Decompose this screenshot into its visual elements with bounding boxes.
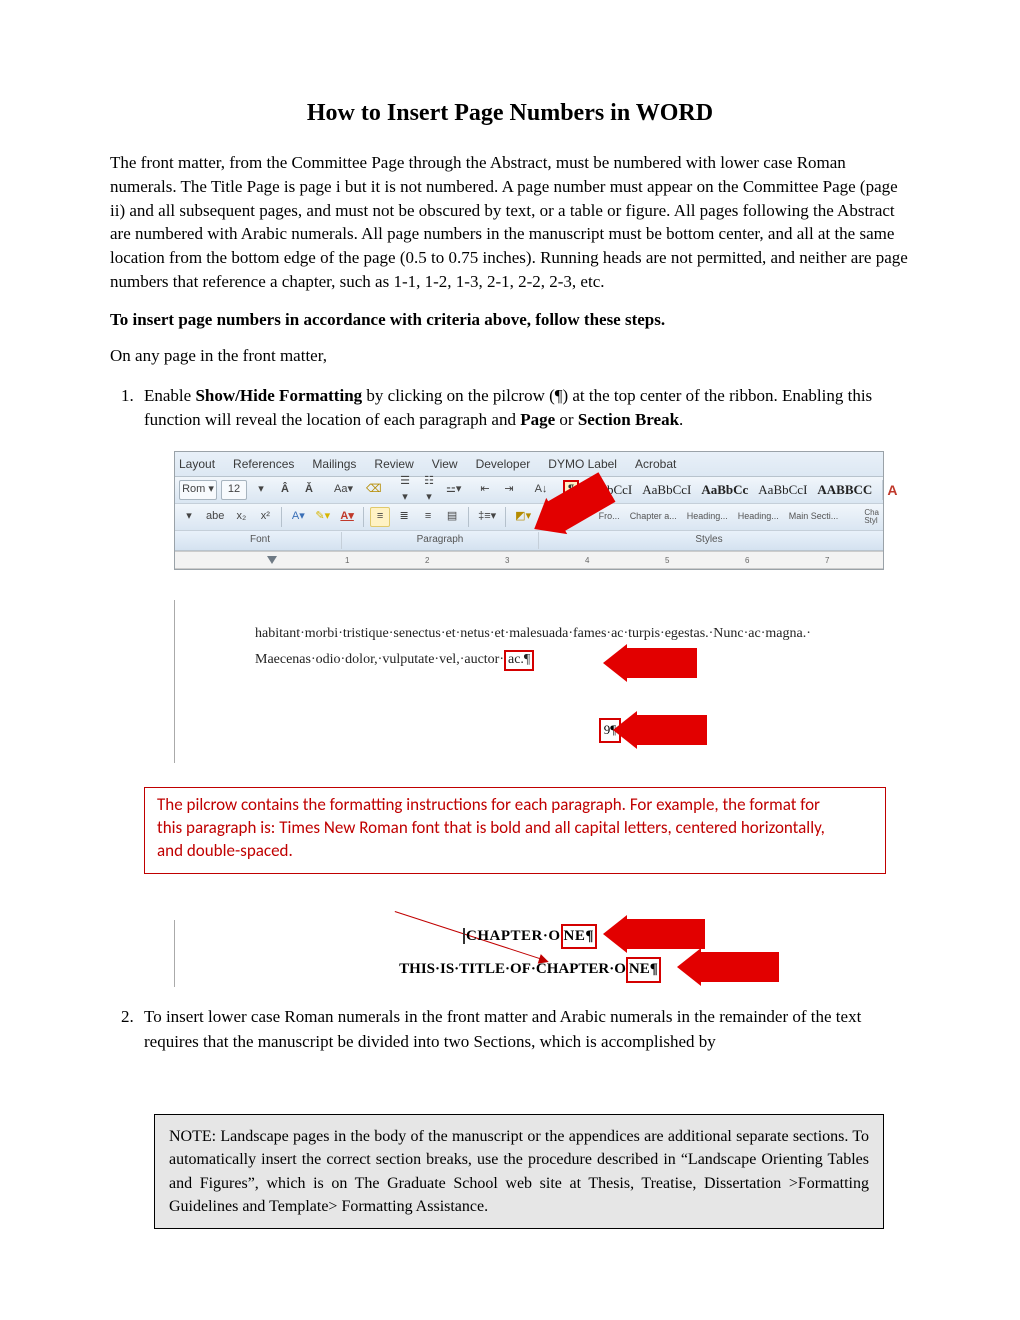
change-styles-label: Cha Styl — [864, 509, 879, 525]
callout-line-3: and double-spaced. — [157, 840, 873, 863]
front-matter-line: On any page in the front matter, — [110, 344, 910, 368]
pilcrow-callout: The pilcrow contains the formatting inst… — [144, 787, 886, 874]
sample-line-1: habitant·morbi·tristique·senectus·et·net… — [255, 624, 965, 644]
chapter-line-2: THIS·IS·TITLE·OF·CHAPTER·O — [399, 961, 626, 977]
superscript-icon[interactable]: x² — [255, 507, 275, 527]
tab-dymo[interactable]: DYMO Label — [548, 456, 617, 473]
indent-marker-icon[interactable] — [267, 556, 277, 564]
sample-line-2: Maecenas·odio·dolor,·vulputate·vel,·auct… — [255, 650, 504, 670]
align-center-icon[interactable]: ≣ — [394, 507, 414, 527]
ruler: 1 2 3 4 5 6 7 — [175, 551, 883, 569]
tab-layout[interactable]: Layout — [179, 456, 215, 473]
multilevel-icon[interactable]: ⚍▾ — [443, 480, 463, 500]
highlight-icon[interactable]: ✎▾ — [312, 507, 333, 527]
red-arrow-pagenum-icon — [635, 715, 707, 745]
increase-font-icon[interactable]: Â — [275, 480, 295, 500]
text-effects-icon[interactable]: A▾ — [288, 507, 308, 527]
step1-or: or — [555, 410, 578, 429]
intro-paragraph: The front matter, from the Committee Pag… — [110, 151, 910, 294]
align-right-icon[interactable]: ≡ — [418, 507, 438, 527]
tab-developer[interactable]: Developer — [476, 456, 531, 473]
decrease-indent-icon[interactable]: ⇤ — [475, 480, 495, 500]
step1-section-bold: Section Break — [578, 410, 679, 429]
chapter-line1-endbox: NE¶ — [561, 924, 597, 950]
step-2: To insert lower case Roman numerals in t… — [138, 1005, 910, 1054]
line-spacing-icon[interactable]: ‡≡▾ — [475, 507, 499, 527]
align-left-icon[interactable]: ≡ — [370, 507, 390, 527]
red-arrow-endpara-icon — [625, 648, 697, 678]
document-sample: habitant·morbi·tristique·senectus·et·net… — [174, 600, 975, 763]
callout-line-1: The pilcrow contains the formatting inst… — [157, 794, 873, 817]
increase-indent-icon[interactable]: ⇥ — [499, 480, 519, 500]
step1-end: . — [679, 410, 683, 429]
chapter-line2-endbox: NE¶ — [626, 957, 661, 983]
dropdown-icon[interactable]: ▾ — [179, 507, 199, 527]
sample-line2-endmark: ac.¶ — [504, 650, 534, 671]
tab-view[interactable]: View — [432, 456, 458, 473]
ribbon-tabs: Layout References Mailings Review View D… — [175, 452, 883, 477]
note-box: NOTE: Landscape pages in the body of the… — [154, 1114, 884, 1229]
tab-mailings[interactable]: Mailings — [312, 456, 356, 473]
change-case-icon[interactable]: Aa▾ — [331, 480, 351, 500]
styles-gallery[interactable]: AaBbCcI AaBbCcI AaBbCc AaBbCcI AABBCC — [583, 483, 872, 497]
step-1: Enable Show/Hide Formatting by clicking … — [138, 384, 910, 987]
page-title: How to Insert Page Numbers in WORD — [110, 100, 910, 127]
clear-format-icon[interactable]: ⌫ — [363, 480, 383, 500]
sort-icon[interactable]: A↓ — [531, 480, 551, 500]
numbering-icon[interactable]: ☷ ▾ — [419, 472, 439, 508]
bullets-icon[interactable]: ☰ ▾ — [395, 472, 415, 508]
step1-page-bold: Page — [520, 410, 555, 429]
chapter-sample: CHAPTER·ONE¶ THIS·IS·TITLE·OF·CHAPTER·ON… — [174, 920, 885, 988]
justify-icon[interactable]: ▤ — [442, 507, 462, 527]
subscript-icon[interactable]: x₂ — [231, 507, 251, 527]
red-arrow-chapter2-icon — [699, 952, 779, 982]
grow-font-icon[interactable]: ▾ — [251, 480, 271, 500]
tab-references[interactable]: References — [233, 456, 294, 473]
tab-review[interactable]: Review — [374, 456, 413, 473]
ribbon-group-labels: Font Paragraph Styles — [175, 531, 883, 551]
font-name-box[interactable]: Rom ▾ — [179, 480, 217, 500]
decrease-font-icon[interactable]: Ǎ — [299, 480, 319, 500]
font-size-box[interactable]: 12 — [221, 480, 247, 500]
red-arrow-chapter1-icon — [625, 919, 705, 949]
styles-labels: Fro... Chapter a... Heading... Heading..… — [599, 512, 857, 522]
tab-acrobat[interactable]: Acrobat — [635, 456, 676, 473]
steps-intro: To insert page numbers in accordance wit… — [110, 310, 910, 330]
callout-line-2: this paragraph is: Times New Roman font … — [157, 817, 873, 840]
font-color-icon[interactable]: A▾ — [337, 507, 357, 527]
step1-bold: Show/Hide Formatting — [195, 386, 362, 405]
chapter-line-1: CHAPTER·O — [463, 928, 561, 944]
step1-pre: Enable — [144, 386, 195, 405]
strike-icon[interactable]: abe — [203, 507, 227, 527]
ribbon-screenshot: Layout References Mailings Review View D… — [174, 451, 884, 570]
change-styles-icon[interactable]: A — [882, 480, 897, 500]
